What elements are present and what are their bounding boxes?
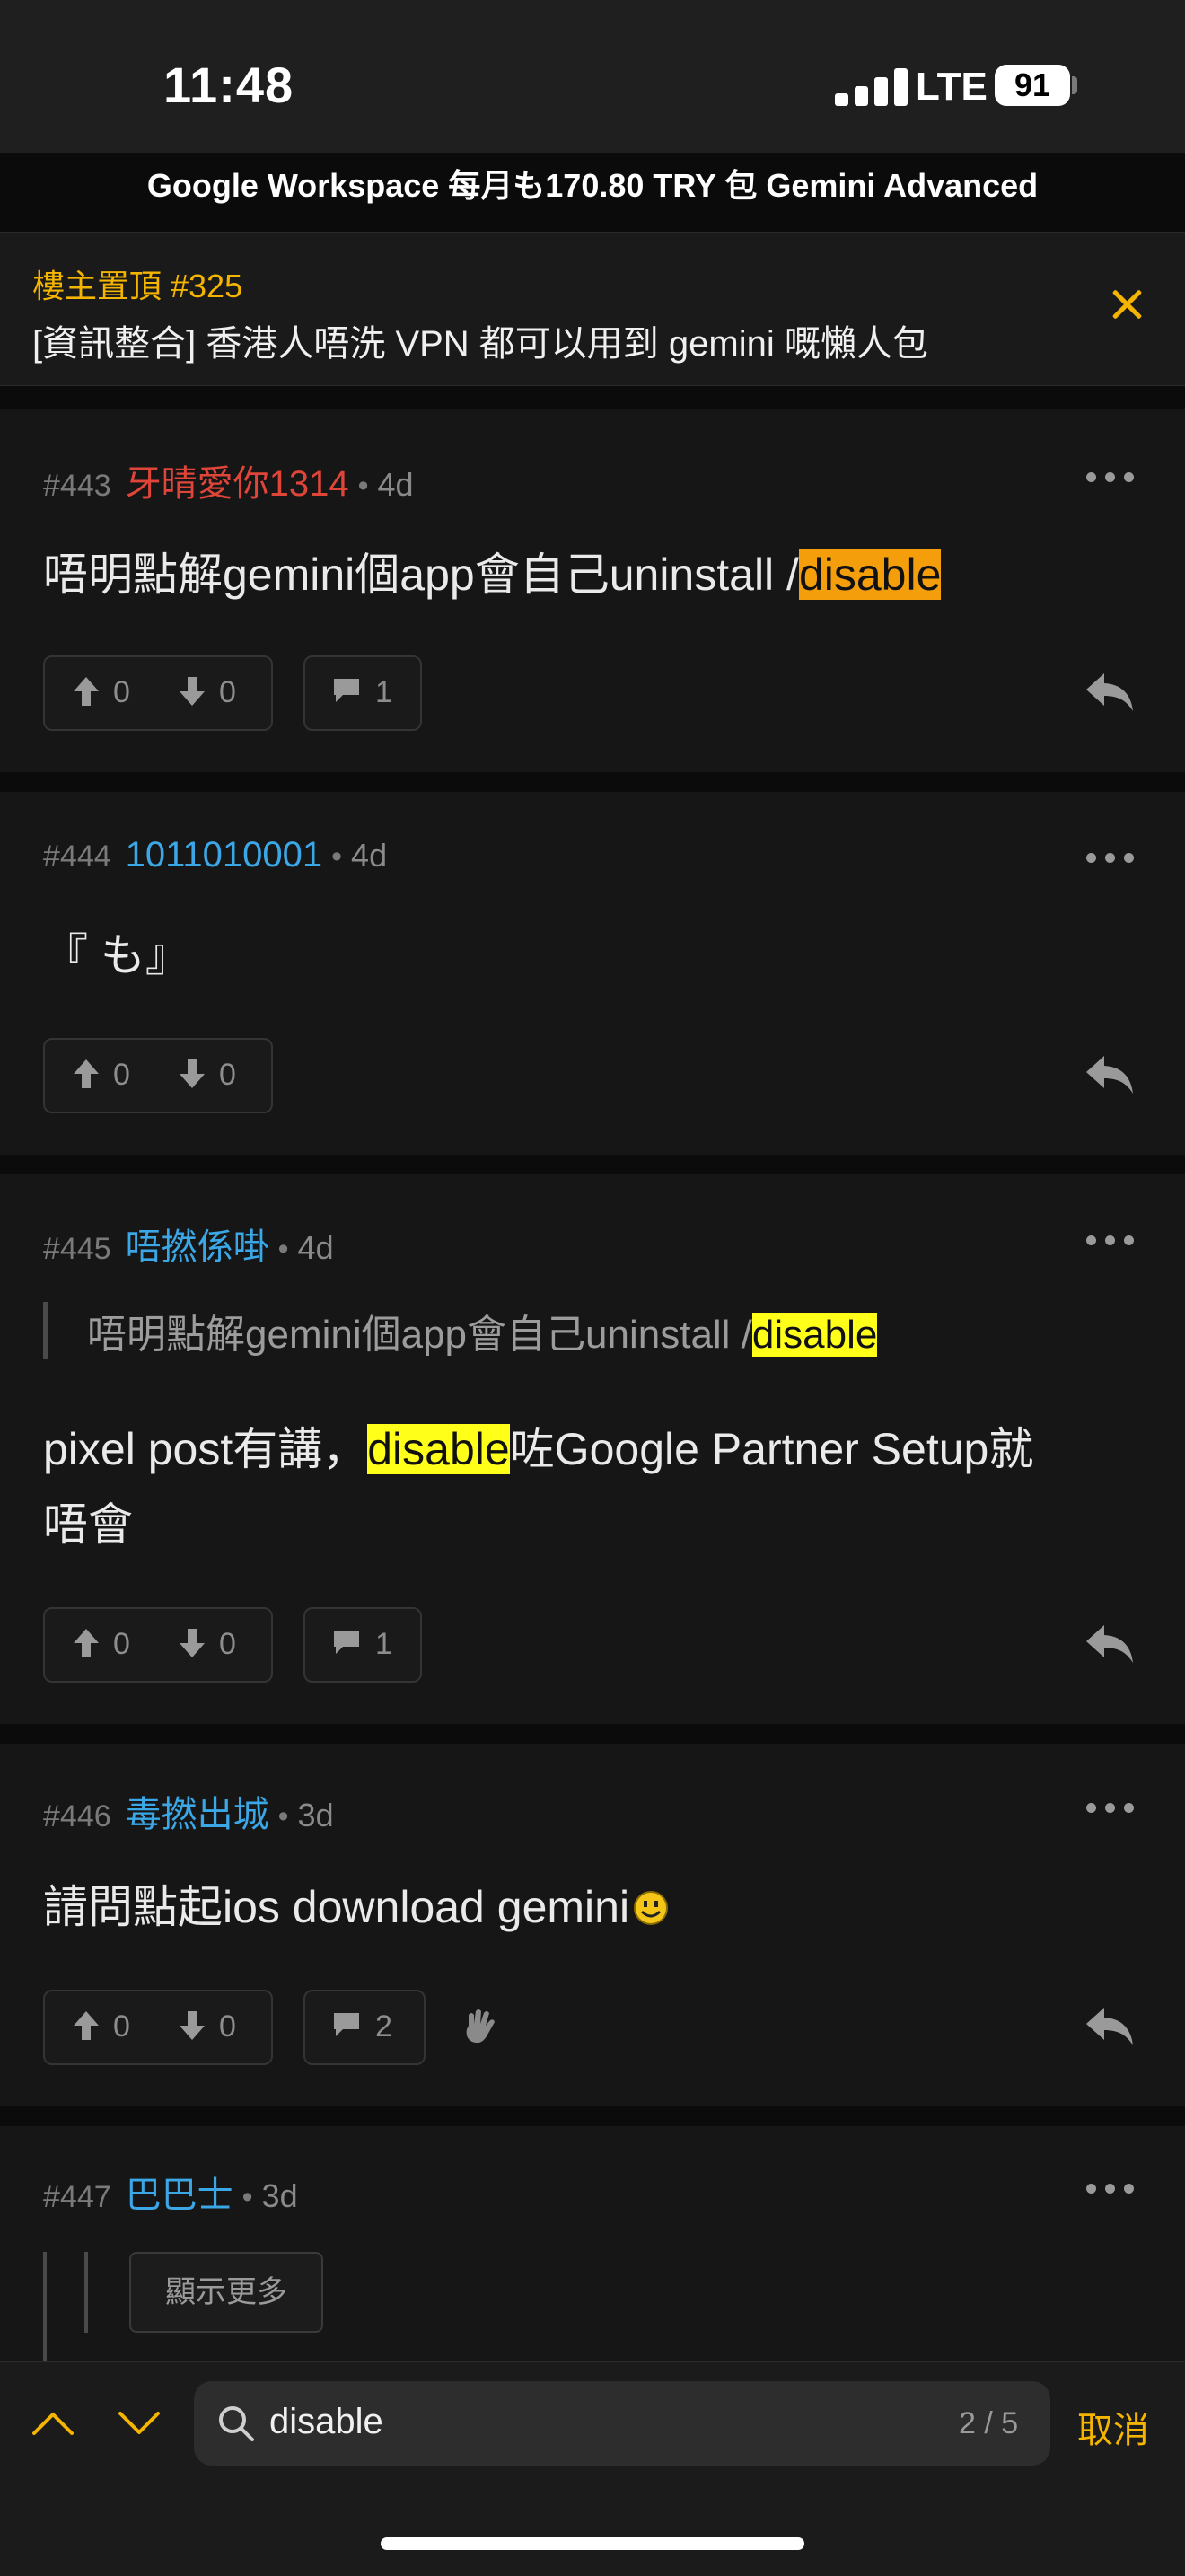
username[interactable]: 毒撚出城 xyxy=(126,1795,269,1834)
search-match-count: 2 / 5 xyxy=(959,2406,1019,2440)
network-label: LTE xyxy=(916,65,988,109)
post-number: #446 xyxy=(43,1799,111,1833)
comment-icon xyxy=(334,2013,359,2036)
username[interactable]: 唔撚係啩 xyxy=(126,1227,269,1267)
comment-icon xyxy=(334,1631,359,1654)
post-body: 唔明點解gemini個app會自己uninstall /disable xyxy=(43,549,942,600)
post-meta: #446 毒撚出城 • 3d xyxy=(43,1795,334,1834)
more-icon[interactable] xyxy=(1086,2184,1135,2194)
upvote-icon[interactable] xyxy=(72,675,101,708)
upvote-count: 0 xyxy=(113,675,130,709)
post-meta: #445 唔撚係啩 • 4d xyxy=(43,1227,334,1267)
post-meta: #444 1011010001 • 4d xyxy=(43,835,388,875)
upvote-count: 0 xyxy=(113,1627,130,1661)
comment-count: 2 xyxy=(375,2009,392,2044)
downvote-icon[interactable] xyxy=(178,1627,206,1659)
more-icon[interactable] xyxy=(1086,1235,1135,1246)
downvote-count: 0 xyxy=(219,675,236,709)
battery-icon: 91 xyxy=(995,65,1070,106)
battery-tip xyxy=(1072,76,1077,94)
upvote-count: 0 xyxy=(113,2009,130,2044)
post-age: 4d xyxy=(297,1229,334,1266)
chevron-down-icon[interactable] xyxy=(117,2410,162,2437)
comment-count: 1 xyxy=(375,675,392,709)
post-meta: #447 巴巴士 • 3d xyxy=(43,2176,298,2215)
username[interactable]: 1011010001 xyxy=(126,835,323,875)
upvote-count: 0 xyxy=(113,1058,130,1092)
post-number: #447 xyxy=(43,2180,111,2214)
smiley-emoji-icon xyxy=(634,1891,669,1925)
cancel-button[interactable]: 取消 xyxy=(1077,2401,1149,2453)
post-445: #445 唔撚係啩 • 4d 唔明點解gemini個app會自己uninstall /… xyxy=(0,1174,1185,1724)
vote-box[interactable]: 0 0 xyxy=(43,655,273,731)
thread-title[interactable]: Google Workspace 每月も170.80 TRY 包 Gemini … xyxy=(0,160,1185,207)
search-highlight-current: disable xyxy=(798,549,942,600)
downvote-count: 0 xyxy=(219,2009,236,2044)
reply-icon[interactable] xyxy=(1083,2004,1137,2049)
post-number: #443 xyxy=(43,469,111,503)
more-icon[interactable] xyxy=(1086,1803,1135,1814)
downvote-icon[interactable] xyxy=(178,1058,206,1090)
more-icon[interactable] xyxy=(1086,853,1135,864)
downvote-count: 0 xyxy=(219,1627,236,1661)
post-444: #444 1011010001 • 4d 『 も』 0 0 xyxy=(0,792,1185,1155)
vote-box[interactable]: 0 0 xyxy=(43,1607,273,1683)
post-body: 請問點起ios download gemini xyxy=(43,1869,669,1945)
post-446: #446 毒撚出城 • 3d 請問點起ios download gemini 0 0 … xyxy=(0,1744,1185,2106)
post-443: #443 牙晴愛你1314 • 4d 唔明點解gemini個app會自己uninsta… xyxy=(0,409,1185,772)
search-highlight: disable xyxy=(751,1313,878,1357)
search-highlight: disable xyxy=(367,1424,510,1474)
comment-button[interactable]: 1 xyxy=(303,655,422,731)
username[interactable]: 巴巴士 xyxy=(126,2176,233,2215)
reply-icon[interactable] xyxy=(1083,1052,1137,1097)
comment-button[interactable]: 1 xyxy=(303,1607,422,1683)
post-meta: #443 牙晴愛你1314 • 4d xyxy=(43,464,414,504)
show-more-button[interactable]: 顯示更多 xyxy=(129,2252,323,2333)
reply-icon[interactable] xyxy=(1083,1622,1137,1666)
search-icon xyxy=(219,2406,254,2441)
post-447: #447 巴巴士 • 3d 顯示更多 xyxy=(0,2126,1185,2361)
post-age: 3d xyxy=(261,2177,298,2214)
quote-bar xyxy=(43,2252,47,2361)
post-body: pixel post有講，disable咗Google Partner Setu… xyxy=(43,1424,1034,1474)
downvote-icon[interactable] xyxy=(178,675,206,708)
home-indicator[interactable] xyxy=(381,2537,804,2550)
chevron-up-icon[interactable] xyxy=(31,2410,75,2437)
post-number: #445 xyxy=(43,1232,111,1266)
status-time: 11:48 xyxy=(163,57,294,113)
downvote-icon[interactable] xyxy=(178,2009,206,2042)
post-body: 『 も』 xyxy=(43,930,190,980)
quoted-post[interactable]: 唔明點解gemini個app會自己uninstall /disable xyxy=(43,1302,878,1359)
quote-bar-nested xyxy=(84,2252,88,2333)
comment-button[interactable]: 2 xyxy=(303,1990,426,2065)
pinned-label: 樓主置頂 #325 xyxy=(32,268,243,304)
downvote-count: 0 xyxy=(219,1058,236,1092)
upvote-icon[interactable] xyxy=(72,1627,101,1659)
close-icon[interactable] xyxy=(1108,286,1146,323)
search-query[interactable]: disable xyxy=(269,2402,383,2442)
upvote-icon[interactable] xyxy=(72,2009,101,2042)
reply-icon[interactable] xyxy=(1083,670,1137,715)
upvote-icon[interactable] xyxy=(72,1058,101,1090)
vote-box[interactable]: 0 0 xyxy=(43,1038,273,1113)
comment-count: 1 xyxy=(375,1627,392,1661)
post-body-line2: 唔會 xyxy=(43,1499,133,1550)
post-number: #444 xyxy=(43,840,111,874)
signal-icon xyxy=(835,68,925,106)
post-age: 3d xyxy=(297,1797,334,1833)
post-age: 4d xyxy=(377,466,414,503)
post-age: 4d xyxy=(351,837,388,874)
more-icon[interactable] xyxy=(1086,472,1135,483)
pinned-text[interactable]: [資訊整合] 香港人唔洗 VPN 都可以用到 gemini 嘅懶人包 xyxy=(32,314,928,366)
username[interactable]: 牙晴愛你1314 xyxy=(126,464,349,504)
hand-wave-icon[interactable] xyxy=(460,2006,499,2047)
comment-icon xyxy=(334,679,359,702)
vote-box[interactable]: 0 0 xyxy=(43,1990,273,2065)
